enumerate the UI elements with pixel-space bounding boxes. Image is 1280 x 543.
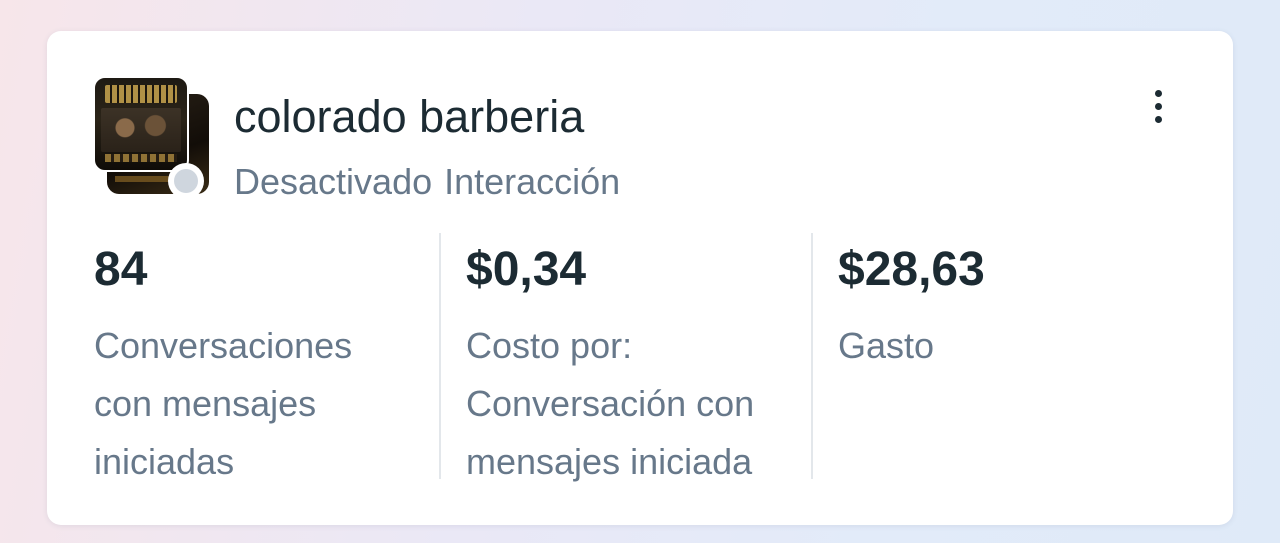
metric-value: $28,63 <box>838 243 985 296</box>
metric-label: Conversaciones con mensajes iniciadas <box>94 325 353 482</box>
more-vertical-icon <box>1154 89 1162 97</box>
metric-value: $0,34 <box>466 243 587 296</box>
metric-divider <box>439 233 441 479</box>
metric-spend: $28,63 Gasto <box>838 241 1168 375</box>
campaign-thumbnail[interactable] <box>93 76 211 199</box>
metric-divider <box>811 233 813 479</box>
status-indicator-dot <box>168 163 204 199</box>
campaign-card[interactable]: colorado barberia Desactivado Interacción… <box>47 31 1233 525</box>
ad-creative-image <box>93 76 189 172</box>
more-options-button[interactable] <box>1139 83 1177 129</box>
metric-label: Costo por: Conversación con mensajes ini… <box>466 325 755 482</box>
campaign-name[interactable]: colorado barberia <box>234 89 584 145</box>
campaign-status: Desactivado <box>234 161 433 202</box>
metric-label: Gasto <box>838 325 935 366</box>
metric-cost-per-result: $0,34 Costo por: Conversación con mensaj… <box>466 241 796 491</box>
metric-value: 84 <box>94 243 148 296</box>
metric-conversations: 84 Conversaciones con mensajes iniciadas <box>94 241 424 491</box>
campaign-objective: Interacción <box>444 161 621 202</box>
campaign-subtitle: Desactivado Interacción <box>234 159 620 205</box>
